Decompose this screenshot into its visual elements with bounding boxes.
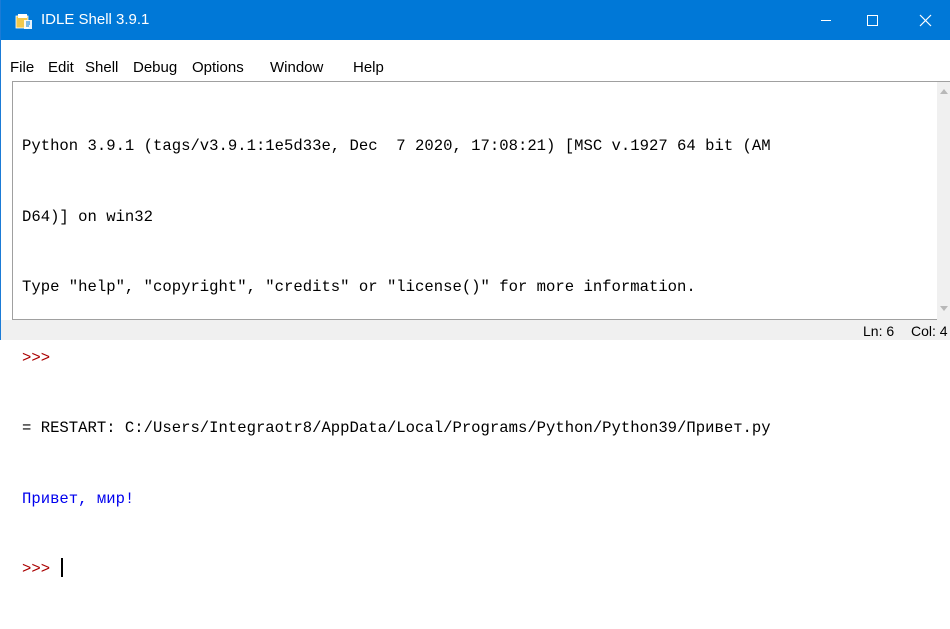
minimize-button[interactable] bbox=[803, 0, 849, 40]
minimize-icon bbox=[821, 20, 831, 21]
shell-text-area[interactable]: Python 3.9.1 (tags/v3.9.1:1e5d33e, Dec 7… bbox=[12, 81, 950, 578]
close-icon bbox=[919, 14, 932, 27]
banner-line-1: Python 3.9.1 (tags/v3.9.1:1e5d33e, Dec 7… bbox=[22, 137, 771, 155]
scroll-down-arrow-icon[interactable] bbox=[940, 306, 948, 311]
status-bar: Ln: 6 Col: 4 bbox=[1, 320, 950, 340]
menu-debug[interactable]: Debug bbox=[133, 57, 177, 79]
menu-shell[interactable]: Shell bbox=[85, 57, 118, 79]
banner-line-3: Type "help", "copyright", "credits" or "… bbox=[22, 278, 696, 296]
maximize-button[interactable] bbox=[849, 0, 895, 40]
maximize-icon bbox=[867, 15, 878, 26]
vertical-scrollbar[interactable] bbox=[937, 82, 950, 320]
menu-edit[interactable]: Edit bbox=[48, 57, 74, 79]
restart-line: = RESTART: C:/Users/Integraotr8/AppData/… bbox=[22, 419, 771, 437]
menu-bar: File Edit Shell Debug Options Window Hel… bbox=[1, 57, 950, 79]
shell-prompt: >>> bbox=[22, 348, 51, 367]
idle-app-icon bbox=[15, 13, 32, 29]
active-prompt: >>> bbox=[22, 560, 51, 578]
close-button[interactable] bbox=[903, 0, 949, 40]
line-number-status: Ln: 6 bbox=[863, 323, 895, 339]
active-input-line[interactable]: >>> bbox=[22, 558, 942, 582]
menu-help[interactable]: Help bbox=[353, 57, 384, 79]
text-cursor bbox=[61, 558, 64, 577]
scroll-up-arrow-icon[interactable] bbox=[940, 89, 948, 94]
menu-file[interactable]: File bbox=[10, 57, 34, 79]
banner-line-2: D64)] on win32 bbox=[22, 207, 154, 226]
menu-window[interactable]: Window bbox=[270, 57, 323, 79]
title-bar[interactable]: IDLE Shell 3.9.1 bbox=[1, 0, 950, 40]
idle-shell-window: IDLE Shell 3.9.1 File Edit Shell Debug O… bbox=[0, 0, 950, 578]
window-title: IDLE Shell 3.9.1 bbox=[41, 11, 150, 28]
shell-output: Python 3.9.1 (tags/v3.9.1:1e5d33e, Dec 7… bbox=[22, 88, 942, 629]
menu-options[interactable]: Options bbox=[192, 57, 244, 79]
column-number-status: Col: 4 bbox=[911, 323, 948, 339]
program-output: Привет, мир! bbox=[22, 489, 135, 508]
